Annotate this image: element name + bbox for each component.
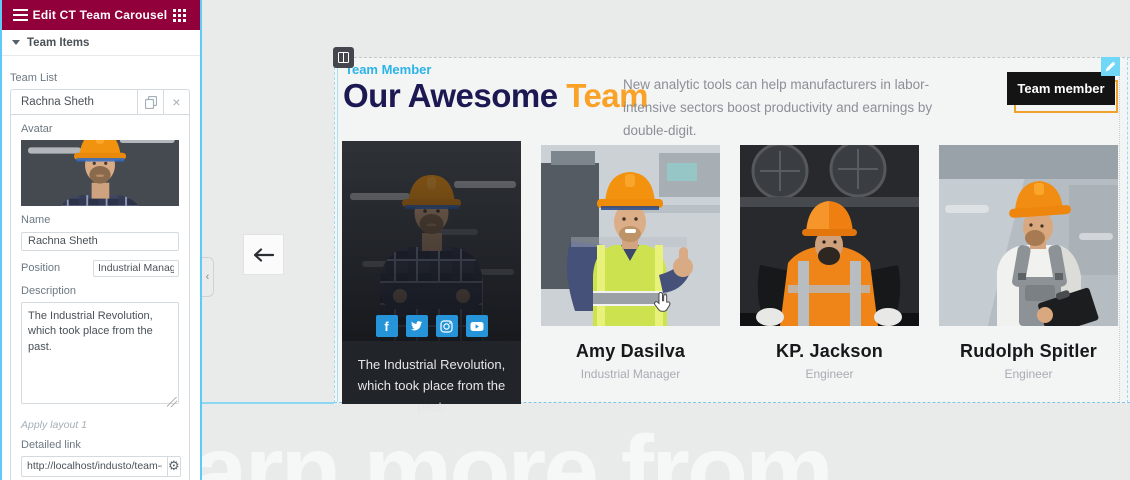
panel-title: Edit CT Team Carousel — [33, 8, 168, 22]
section-description: New analytic tools can help manufacturer… — [623, 74, 959, 143]
repeater-item-title: Rachna Sheth — [11, 90, 137, 114]
team-section[interactable]: Team Member Our Awesome Team New analyti… — [334, 57, 1130, 403]
remove-item-button[interactable]: × — [163, 90, 189, 114]
left-arrow-icon — [254, 248, 274, 262]
twitter-icon[interactable] — [406, 315, 428, 337]
hamburger-menu-icon[interactable] — [10, 5, 30, 25]
team-member-button[interactable]: Team member — [1007, 72, 1115, 105]
detailed-link-label: Detailed link — [21, 439, 179, 451]
section-subtitle: Team Member — [345, 62, 431, 77]
position-input[interactable] — [93, 260, 179, 277]
accordion-label: Team Items — [27, 37, 89, 49]
gear-icon[interactable]: ⚙ — [168, 456, 181, 477]
panel-collapse-handle[interactable]: ‹ — [202, 257, 214, 297]
window-left-edge — [0, 0, 2, 480]
facebook-icon[interactable]: f — [376, 315, 398, 337]
name-label: Name — [21, 214, 179, 226]
team-card[interactable]: Rudolph Spitler Engineer — [939, 145, 1118, 377]
columns-icon — [338, 52, 349, 63]
team-list-label: Team List — [10, 72, 190, 84]
description-textarea[interactable]: The Industrial Revolution, which took pl… — [21, 302, 179, 404]
section-heading: Our Awesome Team — [343, 77, 648, 115]
panel-resize-edge[interactable] — [200, 0, 202, 480]
team-card[interactable]: Amy Dasilva Industrial Manager — [541, 145, 720, 377]
instagram-icon[interactable] — [436, 315, 458, 337]
viewport-right-guide — [1127, 57, 1128, 403]
team-items-accordion[interactable]: Team Items — [0, 30, 200, 56]
background-watermark-text: arn more from — [202, 414, 831, 480]
description-label: Description — [21, 285, 179, 297]
photo-dark-overlay — [342, 141, 521, 341]
section-bottom-guide — [202, 402, 334, 404]
member-position: Engineer — [740, 367, 919, 381]
team-card-hovered[interactable]: f The Industrial Revolution, which took … — [342, 141, 521, 404]
section-settings-handle[interactable] — [333, 47, 354, 68]
team-member-button-wrap: Team member — [1007, 72, 1127, 120]
member-description: The Industrial Revolution, which took pl… — [342, 341, 521, 417]
youtube-icon[interactable] — [466, 315, 488, 337]
editor-panel: Edit CT Team Carousel Team Items Team Li… — [0, 0, 200, 480]
team-member-button-label: Team member — [1017, 81, 1104, 96]
member-photo — [541, 145, 720, 326]
resize-corner-icon[interactable] — [167, 397, 177, 407]
edit-pencil-icon — [1105, 61, 1116, 72]
heading-primary: Our Awesome — [343, 77, 558, 114]
detailed-link-input[interactable] — [21, 456, 168, 477]
duplicate-item-button[interactable] — [137, 90, 163, 114]
panel-header: Edit CT Team Carousel — [0, 0, 200, 30]
member-photo — [939, 145, 1118, 326]
repeater-item-body: Avatar — [11, 123, 189, 480]
column-left-guide — [337, 58, 338, 402]
avatar-image[interactable] — [21, 140, 179, 206]
member-photo — [740, 145, 919, 326]
member-position: Industrial Manager — [541, 367, 720, 381]
panel-body: Team List Rachna Sheth × Avatar — [0, 56, 200, 480]
apply-layout-note: Apply layout 1 — [21, 419, 179, 431]
elementor-editor: Edit CT Team Carousel Team Items Team Li… — [0, 0, 1130, 480]
repeater-item-header[interactable]: Rachna Sheth × — [11, 90, 189, 115]
widget-edit-handle[interactable] — [1101, 57, 1120, 76]
name-input[interactable] — [21, 232, 179, 251]
team-card[interactable]: KP. Jackson Engineer — [740, 145, 919, 377]
member-position: Engineer — [939, 367, 1118, 381]
carousel-prev-button[interactable] — [243, 234, 284, 275]
member-name: Amy Dasilva — [541, 341, 720, 362]
social-buttons: f — [342, 315, 521, 337]
preview-canvas: arn more from ‹ Team Memb — [202, 0, 1130, 480]
member-name: Rudolph Spitler — [939, 341, 1118, 362]
member-name: KP. Jackson — [740, 341, 919, 362]
member-photo: f — [342, 141, 521, 341]
repeater-item: Rachna Sheth × Avatar — [10, 89, 190, 480]
caret-down-icon — [12, 40, 20, 45]
position-label: Position — [21, 262, 93, 274]
avatar-label: Avatar — [21, 123, 179, 135]
widgets-grid-icon[interactable] — [170, 5, 190, 25]
